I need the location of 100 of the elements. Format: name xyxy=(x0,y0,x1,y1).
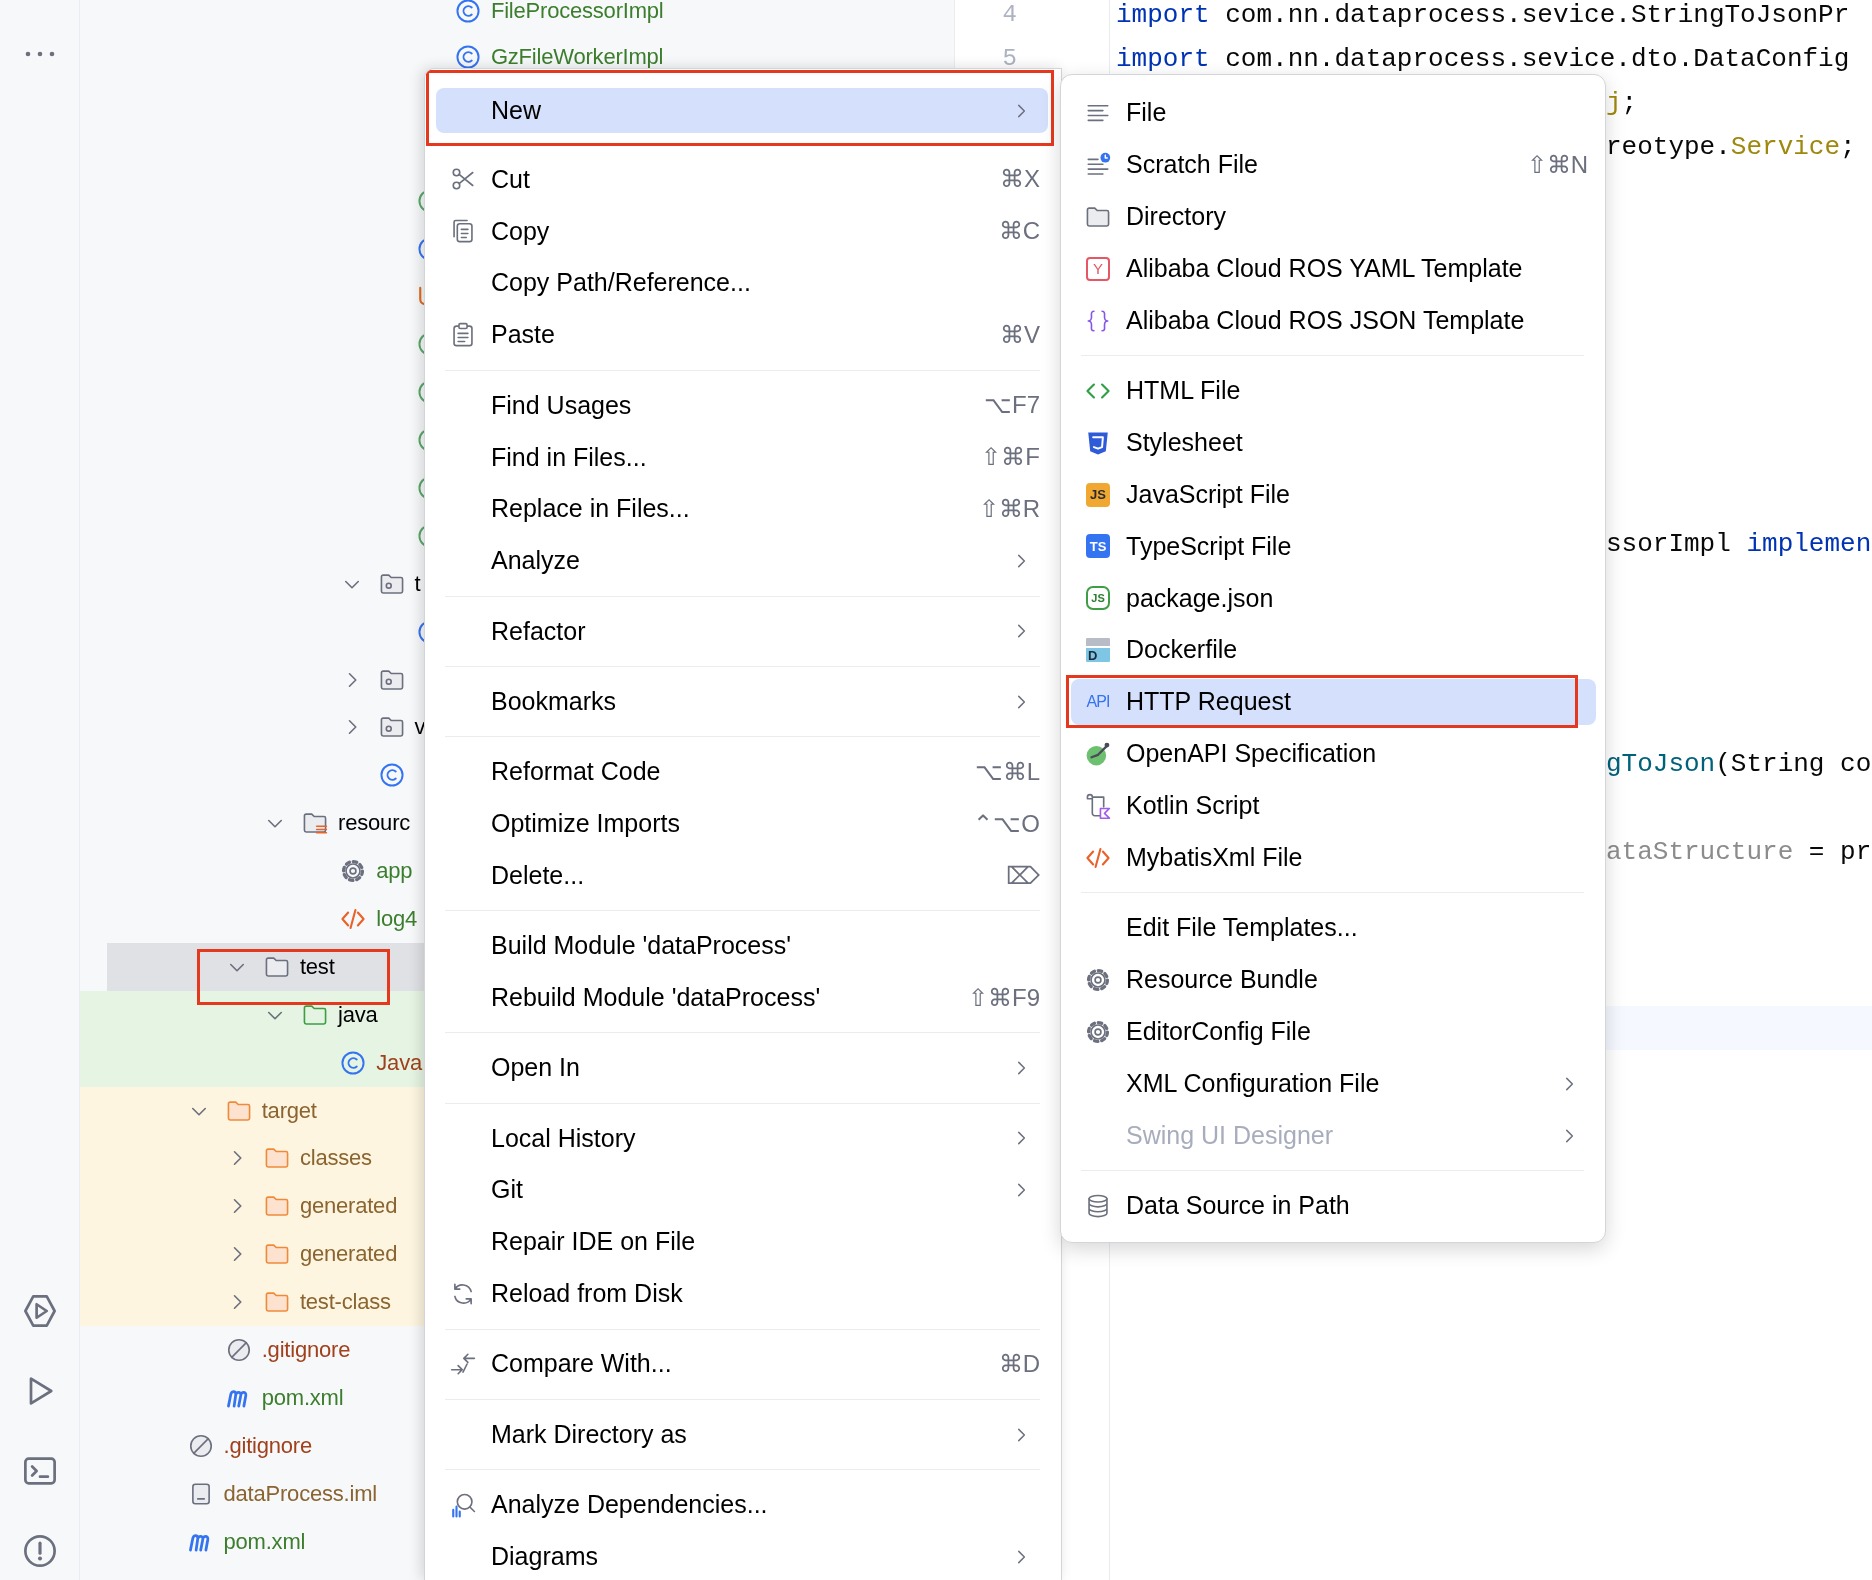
docker-icon: D xyxy=(1086,638,1110,663)
menu-item[interactable]: API HTTP Request xyxy=(1071,679,1596,726)
menu-item[interactable]: TS TypeScript File xyxy=(1071,523,1596,570)
line-number: 4 xyxy=(1002,1,1017,28)
code-brackets-icon xyxy=(340,906,367,932)
tree-item[interactable]: FileProcessorImpl xyxy=(490,0,664,22)
menu-item[interactable]: EditorConfig File xyxy=(1071,1008,1596,1055)
menu-item[interactable]: Data Source in Path xyxy=(1071,1182,1596,1229)
menu-item[interactable]: Copy ⌘C xyxy=(436,208,1048,255)
line-number: 5 xyxy=(1002,45,1017,73)
menu-item[interactable]: Stylesheet xyxy=(1071,419,1596,466)
menu-item[interactable]: JS package.json xyxy=(1071,575,1596,622)
tree-item[interactable]: pom.xml xyxy=(261,1386,344,1409)
tree-item[interactable]: .gitignore xyxy=(261,1339,351,1361)
menu-item[interactable]: D Dockerfile xyxy=(1071,627,1596,674)
menu-item[interactable]: Analyze Dependencies... xyxy=(436,1481,1048,1528)
menu-item[interactable]: Mark Directory as xyxy=(436,1411,1048,1458)
shield-icon xyxy=(1085,429,1111,456)
menu-item[interactable]: Find in Files... ⇧⌘F xyxy=(436,434,1048,481)
menu-item[interactable]: Alibaba Cloud ROS JSON Template xyxy=(1071,297,1596,344)
tree-item[interactable]: dataProcess.iml xyxy=(223,1482,377,1505)
shortcut-text: ⌘V xyxy=(1000,320,1040,351)
menu-item[interactable]: Repair IDE on File xyxy=(436,1219,1048,1266)
menu-item[interactable]: Reload from Disk xyxy=(436,1271,1048,1317)
clipboard-icon xyxy=(450,322,476,349)
shortcut-text: ⇧⌘N xyxy=(1526,149,1588,180)
menu-item[interactable]: Y Alibaba Cloud ROS YAML Template xyxy=(1071,245,1596,292)
menu-item[interactable]: Directory xyxy=(1071,193,1596,240)
code-line: j; xyxy=(1606,87,1638,121)
menu-item[interactable]: New xyxy=(436,87,1048,134)
menu-item[interactable]: OpenAPI Specification xyxy=(1071,731,1596,777)
tree-row[interactable]: generated xyxy=(80,1182,424,1231)
tree-item[interactable]: resourc xyxy=(338,812,411,835)
menu-item[interactable]: MybatisXml File xyxy=(1071,834,1596,881)
menu-item[interactable]: Delete... ⌦ xyxy=(436,852,1048,899)
menu-item[interactable]: Open In xyxy=(436,1045,1048,1091)
shortcut-text: ⌥F7 xyxy=(984,390,1040,421)
menu-item[interactable]: Analyze xyxy=(436,538,1048,584)
shortcut-text: ⌃⌥O xyxy=(973,808,1040,839)
menu-item[interactable]: Copy Path/Reference... xyxy=(436,260,1048,307)
menu-item[interactable]: JS JavaScript File xyxy=(1071,471,1596,518)
ignore-icon xyxy=(225,1337,252,1363)
gear-icon xyxy=(340,858,367,885)
shortcut-text: ⌥⌘L xyxy=(974,756,1040,787)
tree-item[interactable]: .gitignore xyxy=(223,1434,312,1457)
menu-item[interactable]: Compare With... ⌘D xyxy=(436,1341,1048,1388)
problems-icon[interactable] xyxy=(21,1533,58,1569)
scratch-file-icon xyxy=(1085,151,1111,178)
class-icon xyxy=(454,0,481,24)
menu-item[interactable]: Refactor xyxy=(436,608,1048,655)
tree-row[interactable]: classes xyxy=(80,1134,424,1183)
tree-item[interactable]: GzFileWorkerImpl xyxy=(490,45,664,68)
copy-icon xyxy=(450,218,476,245)
shortcut-text: ⌘C xyxy=(998,216,1040,247)
code-line: ssorImpl implemen xyxy=(1606,527,1872,561)
services-icon[interactable] xyxy=(21,1293,58,1329)
tree-row[interactable]: generated xyxy=(80,1230,424,1279)
class-icon xyxy=(454,43,481,70)
yaml-icon: Y xyxy=(1086,256,1110,281)
menu-item[interactable]: Bookmarks xyxy=(436,678,1048,725)
menu-item[interactable]: XML Configuration File xyxy=(1071,1060,1596,1107)
menu-item[interactable]: Reformat Code ⌥⌘L xyxy=(436,748,1048,795)
menu-item[interactable]: Git xyxy=(436,1167,1048,1214)
tree-row[interactable]: Java xyxy=(80,1038,424,1087)
menu-item[interactable]: Diagrams xyxy=(436,1533,1048,1580)
menu-item[interactable]: File xyxy=(1071,90,1596,136)
code-line: import com.nn.dataprocess.sevice.StringToJsonPr xyxy=(1116,0,1850,32)
menu-item[interactable]: Optimize Imports ⌃⌥O xyxy=(436,800,1048,847)
menu-item[interactable]: Resource Bundle xyxy=(1071,957,1596,1003)
menu-item[interactable]: Find Usages ⌥F7 xyxy=(436,382,1048,429)
tree-row[interactable]: test-class xyxy=(80,1278,424,1327)
resources-folder-icon xyxy=(302,810,329,837)
openapi-icon xyxy=(1085,741,1111,767)
tree-row[interactable]: java xyxy=(80,990,424,1039)
tree-item[interactable]: pom.xml xyxy=(223,1530,306,1553)
shortcut-text: ⇧⌘F xyxy=(981,442,1040,473)
ignore-icon xyxy=(187,1432,214,1459)
menu-item[interactable]: HTML File xyxy=(1071,367,1596,414)
menu-item[interactable]: Scratch File ⇧⌘N xyxy=(1071,141,1596,188)
menu-item[interactable]: Local History xyxy=(436,1115,1048,1162)
magnifier-chart-icon xyxy=(450,1491,476,1518)
code-line: ataStructure = pr xyxy=(1606,835,1872,869)
code-line: gToJson(String co xyxy=(1606,747,1872,781)
tree-item[interactable]: t xyxy=(414,572,421,595)
menu-item[interactable]: Rebuild Module 'dataProcess' ⇧⌘F9 xyxy=(436,974,1048,1021)
tree-item[interactable]: app xyxy=(376,860,413,883)
menu-item[interactable]: Kotlin Script xyxy=(1071,782,1596,829)
tree-row[interactable]: target xyxy=(80,1086,424,1135)
menu-item[interactable]: Replace in Files... ⇧⌘R xyxy=(436,486,1048,533)
script-icon xyxy=(1085,792,1111,819)
tree-item[interactable]: log4 xyxy=(376,908,418,930)
menu-item[interactable]: Build Module 'dataProcess' xyxy=(436,922,1048,969)
menu-item[interactable]: Paste ⌘V xyxy=(436,312,1048,359)
gear-icon xyxy=(1085,1018,1111,1045)
menu-item[interactable]: Edit File Templates... xyxy=(1071,905,1596,951)
shortcut-text: ⌦ xyxy=(1006,860,1040,891)
shortcut-text: ⇧⌘F9 xyxy=(968,982,1040,1013)
ts-file-icon: TS xyxy=(1086,534,1110,559)
js-file-icon: JS xyxy=(1086,482,1110,507)
menu-item[interactable]: Cut ⌘X xyxy=(436,156,1048,203)
